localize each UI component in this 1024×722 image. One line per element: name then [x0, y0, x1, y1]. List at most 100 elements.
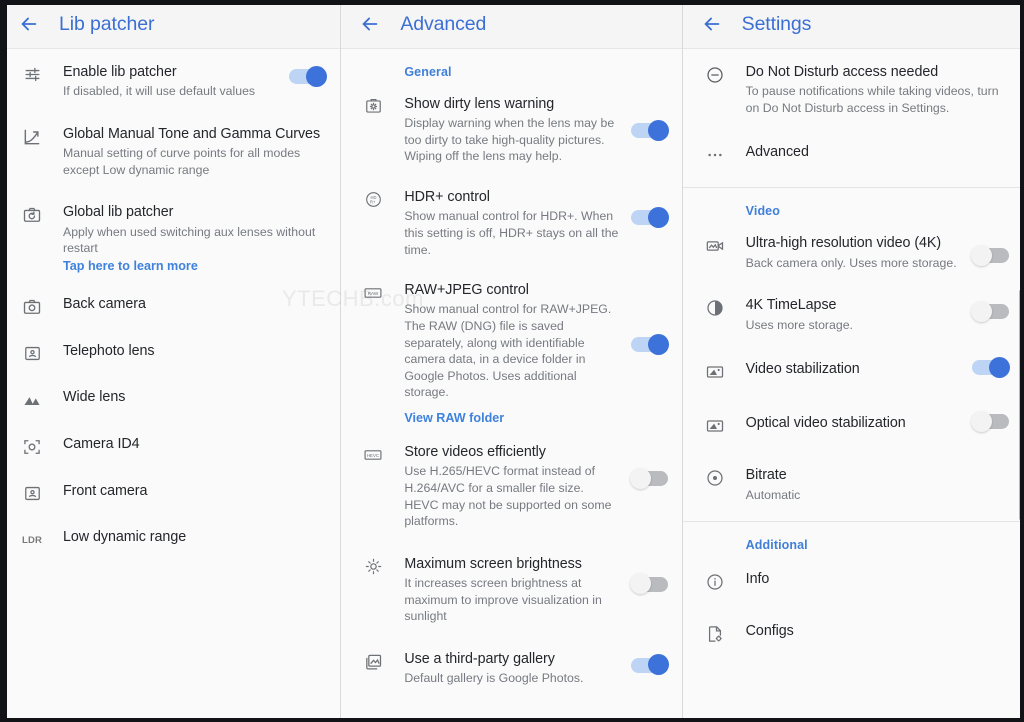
- list-item-text: RAW+JPEG control Show manual control for…: [404, 281, 626, 401]
- list-item-text: Video stabilization: [746, 360, 968, 378]
- list-item-title: Configs: [745, 623, 794, 640]
- camera-id-frame-icon: [16, 435, 48, 457]
- list-item[interactable]: Global Manual Tone and Gamma Curves Manu…: [0, 111, 340, 189]
- section-header-video: Video: [745, 204, 780, 219]
- list-item-title: HDR+ control: [404, 189, 490, 206]
- toggle-ultra-high-resolution-video[interactable]: [970, 244, 1009, 266]
- svg-text:R+: R+: [370, 200, 376, 205]
- list-item-text: Use a third-party gallery Default galler…: [404, 650, 626, 687]
- list-item-control: [627, 443, 668, 489]
- list-item[interactable]: Maximum screen brightness It increases s…: [341, 541, 681, 636]
- learn-more-link[interactable]: Tap here to learn more: [0, 259, 340, 279]
- list-item[interactable]: RAW RAW+JPEG control Show manual control…: [341, 269, 681, 401]
- list-item[interactable]: Bitrate Automatic: [683, 452, 1023, 515]
- arrow-back-icon[interactable]: [699, 11, 725, 37]
- toggle-show-dirty-lens-warning[interactable]: [630, 119, 669, 141]
- page-title: Settings: [741, 12, 812, 35]
- toggle-use-third-party-gallery[interactable]: [630, 654, 669, 676]
- list-item-subtitle: Uses more storage.: [745, 317, 853, 332]
- list-item[interactable]: 4K TimeLapse Uses more storage.: [683, 282, 1023, 344]
- list-item[interactable]: HD R+ HDR+ control Show manual control fo…: [341, 176, 681, 269]
- list-item[interactable]: Do Not Disturb access needed To pause no…: [683, 49, 1023, 127]
- list-item-text: Store videos efficiently Use H.265/HEVC …: [404, 443, 626, 530]
- list-item[interactable]: Optical video stabilization: [683, 398, 1023, 452]
- list-item[interactable]: Video stabilization: [683, 344, 1023, 398]
- section-header-general: General: [404, 65, 452, 79]
- list-item[interactable]: Configs: [683, 606, 1023, 660]
- toggle-enable-lib-patcher[interactable]: [289, 65, 328, 87]
- toggle-video-stabilization[interactable]: [971, 356, 1010, 378]
- ldr-text-icon: LDR: [16, 528, 48, 546]
- stabilization-icon: [699, 414, 731, 436]
- list-item-title: Bitrate: [745, 467, 787, 484]
- toggle-store-videos-efficiently[interactable]: [629, 467, 668, 489]
- camera-refresh-icon: [16, 203, 48, 225]
- more-horizontal-icon: [699, 143, 731, 165]
- section-header-additional: Additional: [745, 538, 808, 553]
- brightness-icon: [357, 555, 389, 576]
- vertical-scrollbar[interactable]: [1018, 290, 1022, 520]
- list-item-subtitle: Automatic: [745, 487, 801, 502]
- list-item-control: [627, 95, 669, 141]
- stabilization-icon: [699, 360, 731, 382]
- list-item[interactable]: LDR Low dynamic range: [0, 510, 340, 553]
- arrow-back-icon[interactable]: [16, 11, 42, 37]
- list-item-title: Camera ID4: [63, 435, 140, 452]
- list-item-title: Advanced: [745, 144, 809, 161]
- toggle-hdr-plus-control[interactable]: [630, 206, 669, 228]
- list-item[interactable]: Camera ID4: [0, 417, 340, 464]
- portrait-box-icon: [16, 342, 48, 363]
- list-item-text: 4K TimeLapse Uses more storage.: [746, 296, 968, 333]
- list-item[interactable]: Enable lib patcher If disabled, it will …: [0, 49, 340, 111]
- list-item-control: [285, 63, 328, 87]
- wide-lens-icon: [16, 388, 48, 410]
- toggle-4k-timelapse[interactable]: [970, 300, 1009, 322]
- list-item-text: Front camera: [63, 482, 326, 500]
- settings-list-advanced: General Show dirty lens warning Display …: [341, 49, 681, 698]
- list-item-control: [968, 410, 1009, 432]
- app-screenshot: Lib patcher Enable lib patcher If disabl…: [0, 0, 1024, 722]
- list-item-title: Back camera: [63, 295, 146, 312]
- list-item-subtitle: It increases screen brightness at maximu…: [404, 575, 602, 624]
- list-item-control: [968, 296, 1009, 322]
- view-raw-folder-link[interactable]: View RAW folder: [341, 401, 681, 429]
- video-4k-icon: [699, 234, 731, 256]
- list-item[interactable]: Wide lens: [0, 370, 340, 417]
- list-item-control: [968, 234, 1009, 266]
- toggle-raw-jpeg-control[interactable]: [630, 333, 669, 355]
- toggle-maximum-screen-brightness[interactable]: [629, 573, 668, 595]
- svg-text:RAW: RAW: [368, 291, 379, 296]
- ldr-label: LDR: [21, 534, 43, 546]
- list-item-title: Show dirty lens warning: [404, 96, 555, 112]
- arrow-back-icon[interactable]: [357, 11, 383, 37]
- portrait-box-icon: [16, 482, 48, 503]
- list-item-title: Video stabilization: [745, 361, 860, 378]
- appbar-advanced: Advanced: [341, 0, 682, 49]
- settings-list-lib-patcher: Enable lib patcher If disabled, it will …: [0, 49, 340, 553]
- list-item-text: Low dynamic range: [63, 528, 326, 546]
- list-item-title: Optical video stabilization: [745, 415, 906, 432]
- list-item[interactable]: Show dirty lens warning Display warning …: [341, 83, 681, 176]
- list-item-title: Telephoto lens: [63, 342, 155, 359]
- list-item[interactable]: Advanced: [683, 127, 1023, 181]
- list-item[interactable]: Use a third-party gallery Default galler…: [341, 636, 681, 698]
- list-item-title: Global lib patcher: [63, 204, 174, 221]
- list-item-title: 4K TimeLapse: [745, 297, 837, 314]
- list-item[interactable]: HEVC Store videos efficiently Use H.265/…: [341, 429, 681, 541]
- toggle-optical-video-stabilization[interactable]: [970, 410, 1009, 432]
- list-item-subtitle: Default gallery is Google Photos.: [404, 671, 584, 686]
- list-item-title: Enable lib patcher: [63, 64, 177, 80]
- list-item[interactable]: Front camera: [0, 464, 340, 510]
- list-item[interactable]: Ultra-high resolution video (4K) Back ca…: [683, 222, 1023, 282]
- list-item[interactable]: Telephoto lens: [0, 324, 340, 370]
- list-item-title: Store videos efficiently: [404, 444, 546, 461]
- timelapse-icon: [699, 296, 731, 318]
- list-item[interactable]: Back camera: [0, 279, 340, 324]
- list-item[interactable]: Global lib patcher Apply when used switc…: [0, 189, 340, 258]
- list-item-title: Use a third-party gallery: [404, 650, 555, 667]
- list-item-title: Do Not Disturb access needed: [745, 64, 939, 80]
- list-item-text: Back camera: [63, 295, 326, 313]
- list-item-subtitle: Show manual control for HDR+. When this …: [404, 209, 619, 257]
- panel-settings: Settings Do Not Disturb access needed To…: [682, 0, 1024, 722]
- list-item[interactable]: Info: [683, 556, 1023, 606]
